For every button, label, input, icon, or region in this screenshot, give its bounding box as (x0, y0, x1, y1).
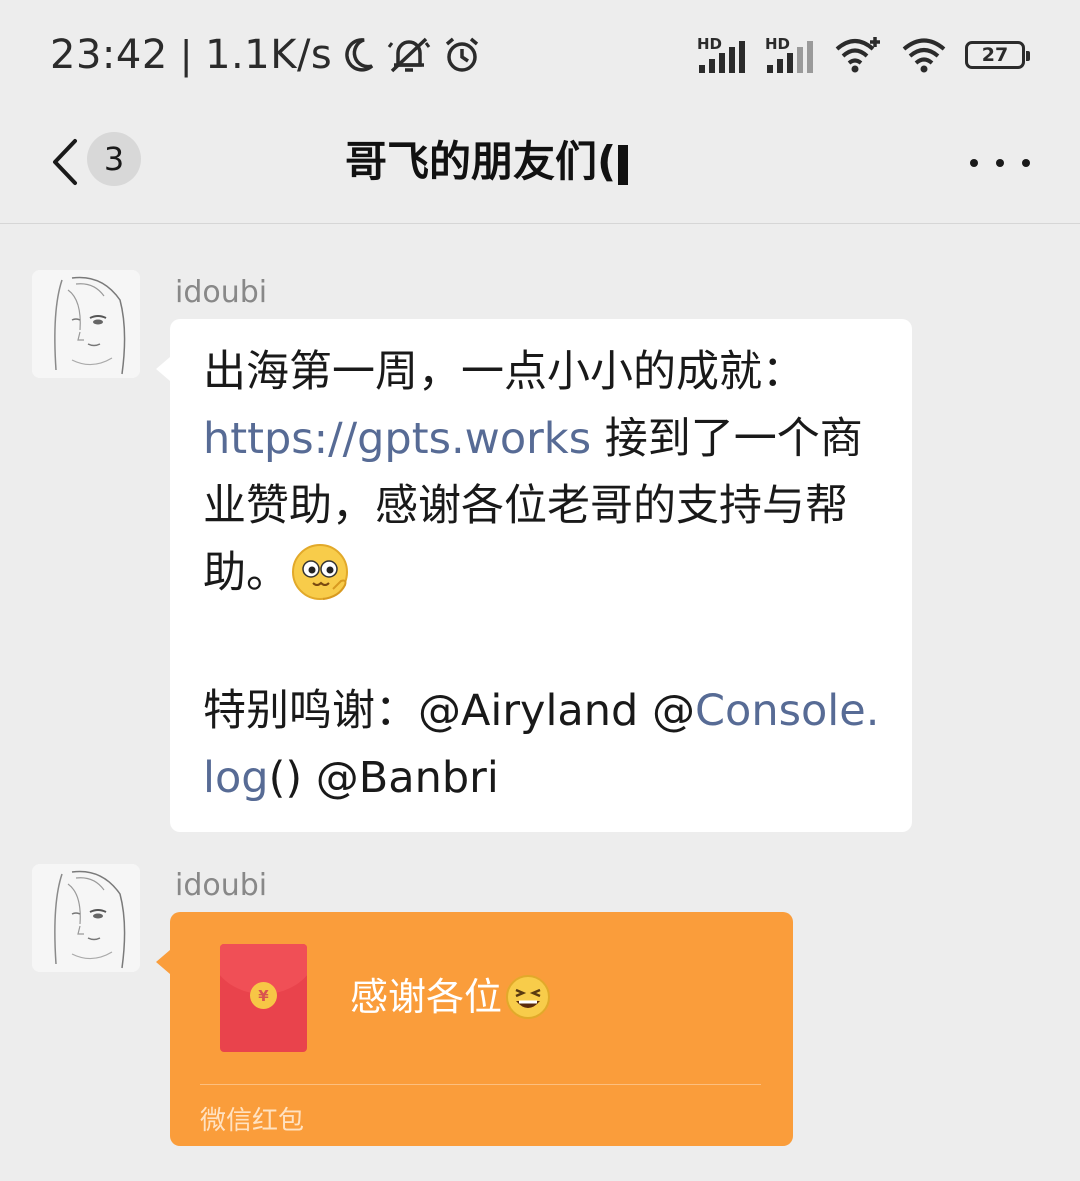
battery-icon: 27 (965, 41, 1030, 69)
mention-link[interactable]: Console. (695, 686, 879, 736)
red-packet-card[interactable]: ¥ 感谢各位 微信红包 (156, 912, 793, 1146)
wifi-icon (901, 35, 947, 75)
chevron-left-icon (53, 139, 77, 185)
network-speed: 1.1K/s (205, 32, 333, 78)
vibrate-off-icon (386, 35, 432, 75)
red-envelope-icon: ¥ (220, 944, 307, 1052)
red-packet-title: 感谢各位 (350, 967, 552, 1027)
avatar-sketch-image (32, 864, 140, 972)
thinking-face-emoji (289, 541, 351, 611)
more-dot (1022, 159, 1030, 167)
title-truncation-mark (618, 144, 629, 185)
sender-name: idoubi (175, 868, 268, 903)
wifi-plus-icon (833, 35, 883, 75)
avatar[interactable] (32, 270, 140, 378)
more-options-button[interactable] (970, 148, 1030, 178)
message-link[interactable]: https://gpts.works (203, 414, 591, 464)
battery-level: 27 (981, 44, 1009, 66)
hd-signal-icon: HD (697, 35, 747, 75)
red-packet-label: 微信红包 (200, 1106, 305, 1136)
hd-signal-icon: HD (765, 35, 815, 75)
unread-count-badge[interactable]: 3 (87, 132, 141, 186)
chat-title: 哥飞的朋友们( (345, 132, 629, 192)
status-separator: | (179, 33, 194, 77)
avatar-sketch-image (32, 270, 140, 378)
status-right: HD HD 27 (697, 32, 1030, 78)
moon-icon (342, 36, 376, 74)
more-dot (996, 159, 1004, 167)
status-bar: 23:42 | 1.1K/s HD HD 27 (0, 0, 1080, 110)
message-text: 出海第一周，一点小小的成就： https://gpts.works 接到了一个商… (203, 339, 893, 812)
message-line: 接到了一个商 (591, 414, 863, 464)
red-packet-greeting: 感谢各位 (350, 975, 503, 1019)
red-packet-divider (200, 1084, 761, 1085)
mention-link[interactable]: log (203, 753, 269, 803)
status-left: 23:42 | 1.1K/s (50, 30, 482, 80)
clock: 23:42 (50, 32, 168, 78)
sender-name: idoubi (175, 275, 268, 310)
message-line: 出海第一周，一点小小的成就： (203, 347, 805, 397)
message-line: 助。 (203, 548, 289, 598)
message-line: 特别鸣谢：@Airyland @ (203, 685, 696, 736)
coin-icon: ¥ (250, 982, 277, 1009)
message-bubble[interactable]: 出海第一周，一点小小的成就： https://gpts.works 接到了一个商… (156, 319, 912, 832)
laughing-face-emoji (504, 973, 552, 1021)
message-line: 业赞助，感谢各位老哥的支持与帮 (203, 481, 848, 531)
alarm-icon (442, 35, 482, 75)
chat-header: 3 哥飞的朋友们( (0, 110, 1080, 224)
message-line: () @Banbri (268, 752, 499, 803)
avatar[interactable] (32, 864, 140, 972)
more-dots-icon (970, 159, 978, 167)
back-button[interactable] (40, 132, 88, 192)
chat-title-text: 哥飞的朋友们( (345, 137, 617, 186)
